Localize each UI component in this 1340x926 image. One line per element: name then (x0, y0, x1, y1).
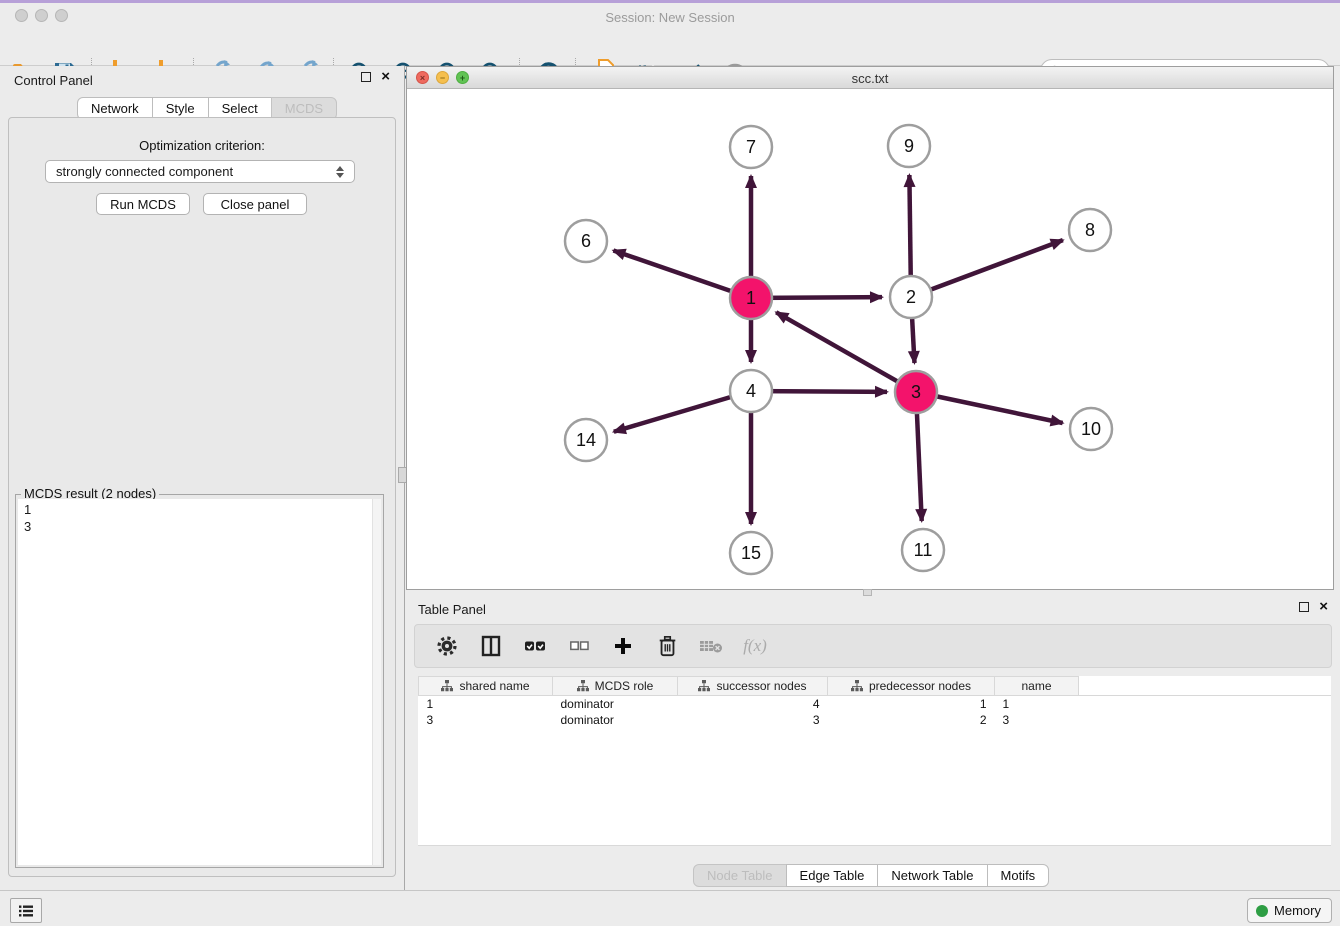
mcds-result-list[interactable]: 1 3 (18, 499, 381, 865)
cell-predecessor-nodes[interactable]: 1 (828, 696, 995, 713)
graph-node-label-7: 7 (746, 137, 756, 157)
delete-row-icon[interactable] (655, 633, 679, 659)
graph-edge-2-8[interactable] (911, 240, 1063, 297)
cell-shared-name[interactable]: 1 (419, 696, 553, 713)
optimization-criterion-select[interactable]: strongly connected component (45, 160, 355, 183)
graph-node-label-14: 14 (576, 430, 596, 450)
table-panel: Table Panel f(x) shared name (406, 598, 1340, 890)
session-title: Session: New Session (0, 10, 1340, 25)
graph-node-label-11: 11 (914, 540, 933, 560)
column-header-predecessor-nodes[interactable]: predecessor nodes (828, 677, 995, 696)
table-header-row: shared name MCDS role successor nodes pr… (419, 677, 1332, 696)
graph-node-label-9: 9 (904, 136, 914, 156)
hierarchy-icon (698, 680, 710, 692)
graph-node-label-3: 3 (911, 382, 921, 402)
app-titlebar: Session: New Session (0, 3, 1340, 27)
mcds-result-line: 3 (24, 518, 381, 535)
tab-motifs[interactable]: Motifs (987, 864, 1050, 887)
close-panel-button[interactable]: Close panel (203, 193, 307, 215)
cell-empty (1079, 696, 1332, 713)
mcds-result-line: 1 (24, 501, 381, 518)
graph-edge-3-1[interactable] (776, 312, 916, 392)
hierarchy-icon (577, 680, 589, 692)
column-header-shared-name[interactable]: shared name (419, 677, 553, 696)
delete-table-icon (699, 633, 723, 659)
graph-node-label-8: 8 (1085, 220, 1095, 240)
control-panel: Control Panel Network Style Select MCDS … (0, 66, 405, 890)
column-header-empty (1079, 677, 1332, 696)
tab-network-table[interactable]: Network Table (877, 864, 987, 887)
cell-shared-name[interactable]: 3 (419, 712, 553, 728)
result-scrollbar[interactable] (372, 499, 381, 865)
hierarchy-icon (851, 680, 863, 692)
optimization-criterion-label: Optimization criterion: (9, 138, 395, 153)
table-row[interactable]: 3 dominator 3 2 3 (419, 712, 1332, 728)
table-panel-title: Table Panel (418, 602, 486, 617)
table-panel-float-button[interactable] (1299, 602, 1309, 612)
memory-button[interactable]: Memory (1247, 898, 1332, 923)
status-bar: Memory (0, 890, 1340, 926)
deselect-all-checkboxes-icon[interactable] (567, 633, 591, 659)
gear-icon[interactable] (435, 633, 459, 659)
node-table[interactable]: shared name MCDS role successor nodes pr… (418, 676, 1331, 728)
vertical-splitter-handle[interactable] (863, 589, 872, 596)
control-panel-title: Control Panel (14, 73, 93, 88)
graph-node-label-6: 6 (581, 231, 591, 251)
optimization-criterion-value: strongly connected component (56, 164, 233, 179)
table-panel-close-button[interactable] (1319, 602, 1328, 612)
add-row-icon[interactable] (611, 633, 635, 659)
graph-node-label-1: 1 (746, 288, 756, 308)
graph-node-label-10: 10 (1081, 419, 1101, 439)
tab-edge-table[interactable]: Edge Table (786, 864, 879, 887)
memory-status-icon (1256, 905, 1268, 917)
run-mcds-button[interactable]: Run MCDS (96, 193, 190, 215)
cell-name[interactable]: 3 (995, 712, 1079, 728)
mcds-result-group: MCDS result (2 nodes) 1 3 (15, 494, 384, 868)
memory-label: Memory (1274, 903, 1321, 918)
graph-node-label-4: 4 (746, 381, 756, 401)
table-row[interactable]: 1 dominator 4 1 1 (419, 696, 1332, 713)
graph-node-label-2: 2 (906, 287, 916, 307)
network-view-window: × − + scc.txt 7 9 6 8 1 2 4 3 14 10 15 11 (406, 66, 1334, 590)
table-toolbar: f(x) (414, 624, 1332, 668)
select-all-checkboxes-icon[interactable] (523, 633, 547, 659)
cell-name[interactable]: 1 (995, 696, 1079, 713)
cell-empty (1079, 712, 1332, 728)
cell-predecessor-nodes[interactable]: 2 (828, 712, 995, 728)
control-panel-close-button[interactable] (381, 72, 390, 82)
main-toolbar (0, 27, 1340, 66)
hierarchy-icon (441, 680, 453, 692)
list-icon (18, 904, 34, 918)
network-canvas[interactable]: 7 9 6 8 1 2 4 3 14 10 15 11 (407, 89, 1333, 589)
cell-mcds-role[interactable]: dominator (553, 696, 678, 713)
chevron-updown-icon (336, 166, 344, 178)
cell-mcds-role[interactable]: dominator (553, 712, 678, 728)
task-history-button[interactable] (10, 898, 42, 923)
column-header-mcds-role[interactable]: MCDS role (553, 677, 678, 696)
graph-edge-3-10[interactable] (916, 392, 1063, 423)
function-builder-icon: f(x) (743, 633, 767, 659)
cell-successor-nodes[interactable]: 3 (678, 712, 828, 728)
mcds-panel: Optimization criterion: strongly connect… (8, 117, 396, 877)
control-panel-float-button[interactable] (361, 72, 371, 82)
network-window-titlebar[interactable]: × − + scc.txt (407, 67, 1333, 89)
cell-successor-nodes[interactable]: 4 (678, 696, 828, 713)
split-columns-icon[interactable] (479, 633, 503, 659)
table-tabs: Node Table Edge Table Network Table Moti… (693, 864, 1049, 887)
column-header-name[interactable]: name (995, 677, 1079, 696)
network-window-title: scc.txt (407, 71, 1333, 86)
graph-node-label-15: 15 (741, 543, 761, 563)
tab-node-table[interactable]: Node Table (693, 864, 787, 887)
column-header-successor-nodes[interactable]: successor nodes (678, 677, 828, 696)
